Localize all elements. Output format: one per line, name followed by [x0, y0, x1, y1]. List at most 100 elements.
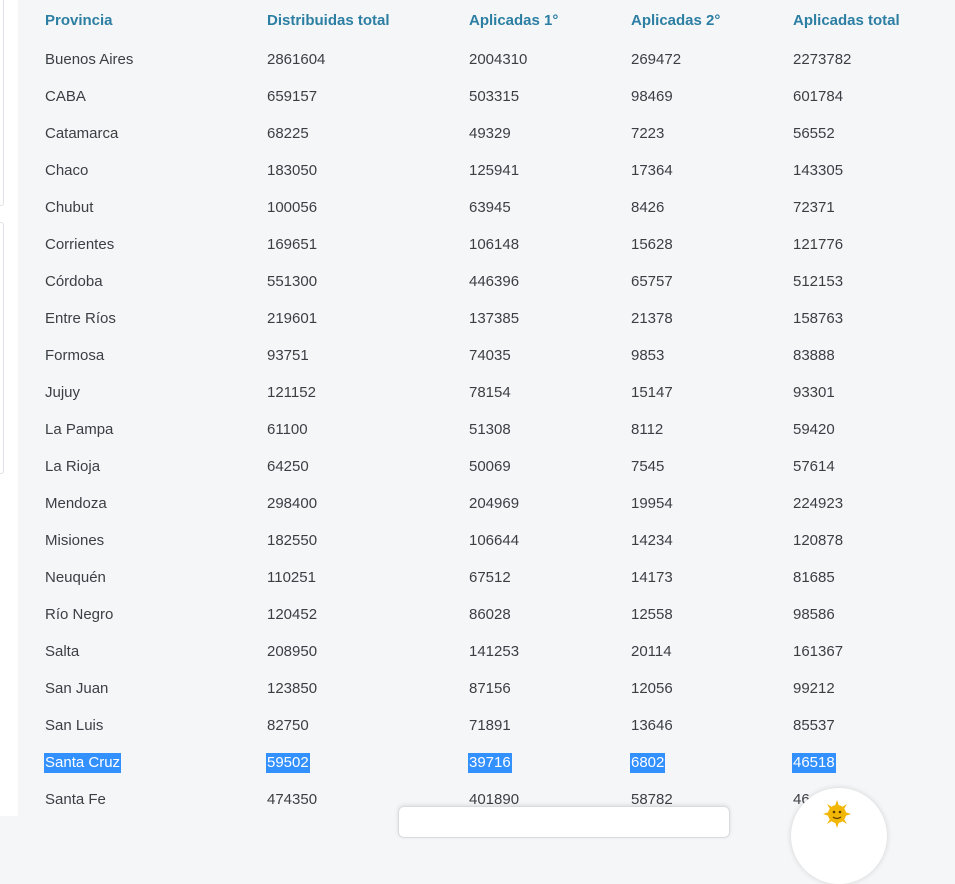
cell-aplicadas-1: 106644: [469, 532, 520, 549]
spacer: [0, 485, 45, 522]
table-row[interactable]: La Pampa 61100 51308 8112 59420: [0, 411, 955, 448]
spacer: [0, 781, 45, 818]
cell-provincia: Salta: [45, 643, 80, 660]
table-row[interactable]: San Juan 123850 87156 12056 99212: [0, 670, 955, 707]
cell-aplicadas-total: 120878: [793, 532, 844, 549]
spacer: [0, 448, 45, 485]
cell-aplicadas-1: 71891: [469, 717, 511, 734]
cell-provincia: Río Negro: [45, 606, 114, 623]
spacer: [0, 226, 45, 263]
cell-aplicadas-2: 7545: [631, 458, 665, 475]
cell-distribuidas-total: 121152: [267, 384, 316, 401]
table-header-row: Provincia Distribuidas total Aplicadas 1…: [0, 0, 955, 41]
selected-text: 59502: [266, 753, 310, 773]
vaccine-table-container: Provincia Distribuidas total Aplicadas 1…: [0, 0, 955, 818]
table-row[interactable]: La Rioja 64250 50069 7545 57614: [0, 448, 955, 485]
table-row[interactable]: Río Negro 120452 86028 12558 98586: [0, 596, 955, 633]
spacer: [0, 0, 45, 41]
cell-provincia: Jujuy: [45, 384, 81, 401]
cell-distribuidas-total: 110251: [267, 569, 316, 586]
column-header-provincia[interactable]: Provincia: [45, 0, 267, 41]
cell-provincia: CABA: [45, 88, 86, 105]
table-row[interactable]: Entre Ríos 219601 137385 21378 158763: [0, 300, 955, 337]
cell-provincia: Chubut: [45, 199, 94, 216]
cell-aplicadas-2: 98469: [631, 88, 673, 105]
table-row[interactable]: Mendoza 298400 204969 19954 224923: [0, 485, 955, 522]
cell-aplicadas-total: 98586: [793, 606, 835, 623]
vaccine-distribution-table: Provincia Distribuidas total Aplicadas 1…: [0, 0, 955, 818]
cell-distribuidas-total: 120452: [267, 606, 318, 623]
cell-aplicadas-1: 50069: [469, 458, 511, 475]
cell-distribuidas-total: 82750: [267, 717, 309, 734]
cell-aplicadas-2: 6802: [630, 744, 793, 781]
selected-text: 6802: [630, 753, 666, 773]
cell-aplicadas-1: 49329: [469, 125, 511, 142]
cell-provincia: Formosa: [45, 347, 105, 364]
cell-aplicadas-total: 83888: [793, 347, 835, 364]
column-header-aplicadas-total[interactable]: Aplicadas total: [793, 0, 955, 41]
spacer: [0, 522, 45, 559]
table-row[interactable]: Jujuy 121152 78154 15147 93301: [0, 374, 955, 411]
cell-aplicadas-total: 2273782: [793, 51, 852, 68]
spacer: [0, 411, 45, 448]
spacer: [0, 115, 45, 152]
cell-aplicadas-2: 19954: [631, 495, 673, 512]
cell-distribuidas-total: 169651: [267, 236, 318, 253]
table-row[interactable]: CABA 659157 503315 98469 601784: [0, 78, 955, 115]
table-row[interactable]: Misiones 182550 106644 14234 120878: [0, 522, 955, 559]
spacer: [0, 152, 45, 189]
table-row[interactable]: Neuquén 110251 67512 14173 81685: [0, 559, 955, 596]
table-row[interactable]: Formosa 93751 74035 9853 83888: [0, 337, 955, 374]
table-row[interactable]: Córdoba 551300 446396 65757 512153: [0, 263, 955, 300]
cell-aplicadas-total: 72371: [793, 199, 835, 216]
table-row[interactable]: Salta 208950 141253 20114 161367: [0, 633, 955, 670]
cell-aplicadas-2: 12056: [631, 680, 673, 697]
selected-text: 46518: [792, 753, 836, 773]
cell-distribuidas-total: 2861604: [267, 51, 326, 68]
cell-aplicadas-2: 20114: [631, 643, 672, 660]
cell-distribuidas-total: 551300: [267, 273, 318, 290]
column-header-aplicadas-2[interactable]: Aplicadas 2°: [631, 0, 793, 41]
cell-provincia: Catamarca: [45, 125, 119, 142]
cell-aplicadas-2: 9853: [631, 347, 665, 364]
column-header-distribuidas-total[interactable]: Distribuidas total: [267, 0, 469, 41]
column-header-aplicadas-1[interactable]: Aplicadas 1°: [469, 0, 631, 41]
cell-aplicadas-2: 8426: [631, 199, 665, 216]
table-row[interactable]: Buenos Aires 2861604 2004310 269472 2273782: [0, 41, 955, 78]
spacer: [0, 744, 45, 781]
table-row[interactable]: Corrientes 169651 106148 15628 121776: [0, 226, 955, 263]
table-row[interactable]: Catamarca 68225 49329 7223 56552: [0, 115, 955, 152]
cell-aplicadas-2: 7223: [631, 125, 665, 142]
cell-distribuidas-total: 183050: [267, 162, 318, 179]
cell-distribuidas-total: 659157: [267, 88, 318, 105]
cell-aplicadas-1: 87156: [469, 680, 511, 697]
cell-aplicadas-1: 125941: [469, 162, 520, 179]
cell-aplicadas-2: 269472: [631, 51, 682, 68]
cell-provincia: Corrientes: [45, 236, 115, 253]
table-row-selected[interactable]: Santa Cruz 59502 39716 6802 46518: [0, 744, 955, 781]
cell-aplicadas-total: 143305: [793, 162, 844, 179]
cell-aplicadas-total: 121776: [793, 236, 844, 253]
spacer: [0, 78, 45, 115]
cell-distribuidas-total: 123850: [267, 680, 318, 697]
cell-aplicadas-1: 86028: [469, 606, 511, 623]
cell-provincia: Chaco: [45, 162, 89, 179]
cell-provincia: Entre Ríos: [45, 310, 116, 327]
cell-aplicadas-2: 15147: [631, 384, 673, 401]
spacer: [0, 559, 45, 596]
cell-aplicadas-1: 63945: [469, 199, 511, 216]
table-row[interactable]: Chubut 100056 63945 8426 72371: [0, 189, 955, 226]
sun-face-icon[interactable]: [823, 800, 851, 828]
table-row[interactable]: Chaco 183050 125941 17364 143305: [0, 152, 955, 189]
cell-aplicadas-1: 446396: [469, 273, 520, 290]
bottom-popup-card: [398, 806, 730, 838]
cell-provincia: San Luis: [45, 717, 104, 734]
selected-text: 39716: [468, 753, 512, 773]
cell-aplicadas-1: 106148: [469, 236, 520, 253]
cell-provincia: Mendoza: [45, 495, 107, 512]
cell-aplicadas-total: 99212: [793, 680, 835, 697]
cell-distribuidas-total: 61100: [267, 421, 308, 438]
table-row[interactable]: San Luis 82750 71891 13646 85537: [0, 707, 955, 744]
cell-aplicadas-1: 51308: [469, 421, 511, 438]
cell-aplicadas-2: 14234: [631, 532, 673, 549]
